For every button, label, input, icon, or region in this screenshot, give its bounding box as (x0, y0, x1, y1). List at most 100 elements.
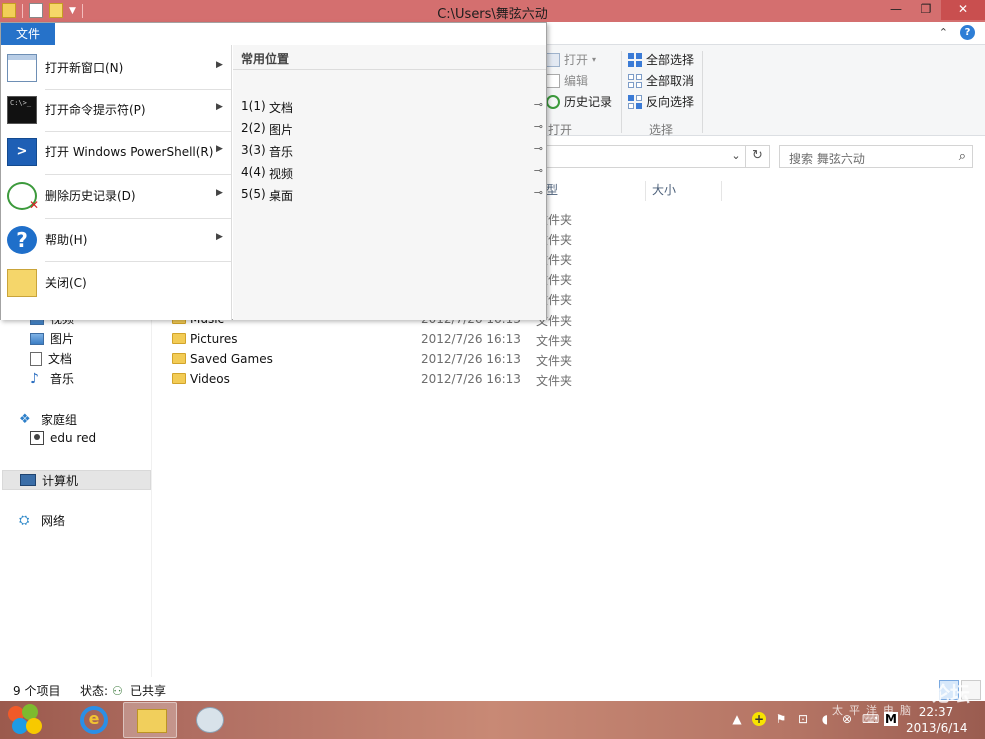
nav-item-documents[interactable]: 文档 (30, 350, 72, 367)
chevron-down-icon: ▾ (592, 55, 597, 64)
new-window-icon (7, 54, 37, 82)
edit-icon (546, 73, 560, 88)
edit-button[interactable]: 编辑 (546, 70, 612, 91)
open-group: 打开 ▾ 编辑 历史记录 (546, 49, 612, 112)
network-icon: ⛭ (19, 512, 30, 528)
select-none-icon (628, 73, 642, 88)
submenu-arrow-icon: ▶ (216, 102, 223, 112)
select-all-icon (628, 52, 642, 67)
taskbar-paint[interactable] (182, 702, 236, 738)
frequent-places-divider (233, 69, 546, 70)
show-hidden-icons-icon[interactable]: ▲ (730, 712, 744, 726)
select-group: 全部选择 全部取消 反向选择 (628, 49, 694, 112)
pin-icon[interactable]: ⊸ (534, 142, 543, 155)
watermark-forum: 论坛 (930, 682, 970, 706)
menu-separator (45, 218, 231, 219)
network-tray-icon[interactable]: ⊡ (796, 712, 810, 726)
nav-item-computer[interactable]: 计算机 (2, 470, 151, 490)
open-new-window-item[interactable]: 打开新窗口(N) ▶ (1, 48, 232, 88)
maximize-button[interactable]: ❐ (911, 0, 941, 20)
search-icon[interactable]: ⌕ (959, 149, 966, 164)
taskbar-ie[interactable]: e (64, 702, 118, 738)
start-button[interactable] (8, 704, 46, 736)
close-window-icon (7, 269, 37, 297)
close-item[interactable]: 关闭(C) (1, 263, 232, 303)
window-title: C:\Users\舞弦六动 (437, 7, 548, 22)
close-button[interactable]: ✕ (941, 0, 985, 20)
submenu-arrow-icon: ▶ (216, 60, 223, 70)
plus-icon[interactable]: + (752, 712, 766, 726)
delete-history-icon (7, 182, 39, 212)
help-icon[interactable]: ? (960, 25, 975, 40)
history-button[interactable]: 历史记录 (546, 91, 612, 112)
frequent-place-item[interactable]: 4(4) 视频 ⊸ (241, 163, 543, 183)
title-bar: ▼ C:\Users\舞弦六动 — ❐ ✕ (0, 0, 985, 22)
pin-icon[interactable]: ⊸ (534, 120, 543, 133)
paint-icon (196, 707, 224, 733)
help-icon: ? (7, 226, 37, 254)
pictures-icon (30, 332, 44, 345)
nav-item-music[interactable]: ♪ 音乐 (30, 370, 74, 387)
invert-selection-icon (628, 94, 642, 109)
nav-item-network[interactable]: ⛭ 网络 (19, 512, 65, 529)
submenu-arrow-icon: ▶ (216, 144, 223, 154)
menu-separator (45, 174, 231, 175)
start-orb-yellow (26, 718, 42, 734)
computer-icon (20, 474, 36, 486)
help-item[interactable]: ? 帮助(H) ▶ (1, 220, 232, 260)
ribbon-separator (621, 51, 622, 133)
menu-separator (45, 261, 231, 262)
submenu-arrow-icon: ▶ (216, 188, 223, 198)
frequent-place-item[interactable]: 3(3) 音乐 ⊸ (241, 141, 543, 161)
history-icon (546, 94, 560, 109)
pin-icon[interactable]: ⊸ (534, 98, 543, 111)
pin-icon[interactable]: ⊸ (534, 186, 543, 199)
open-group-label: 打开 (548, 123, 573, 137)
select-all-button[interactable]: 全部选择 (628, 49, 694, 70)
column-header-size[interactable]: 大小 (652, 181, 722, 201)
folder-icon (172, 373, 186, 384)
search-input[interactable]: 搜索 舞弦六动 ⌕ (779, 145, 973, 168)
command-prompt-icon: C:\>_ (7, 96, 37, 124)
submenu-arrow-icon: ▶ (216, 232, 223, 242)
address-dropdown-icon[interactable]: ⌄ (726, 145, 746, 168)
nav-item-homegroup[interactable]: ❖ 家庭组 (19, 411, 77, 428)
ribbon-collapse-icon[interactable]: ⌃ (939, 26, 948, 39)
frequent-place-item[interactable]: 5(5) 桌面 ⊸ (241, 185, 543, 205)
ribbon-separator-2 (702, 51, 703, 133)
nav-item-pictures[interactable]: 图片 (30, 330, 74, 347)
frequent-place-item[interactable]: 2(2) 图片 ⊸ (241, 119, 543, 139)
file-menu: 文件 打开新窗口(N) ▶ C:\>_ 打开命令提示符(P) ▶ > 打开 Wi… (0, 22, 547, 320)
open-button[interactable]: 打开 ▾ (546, 49, 612, 70)
file-row[interactable]: Saved Games 2012/7/26 16:13 文件夹 (168, 350, 668, 370)
open-powershell-item[interactable]: > 打开 Windows PowerShell(R) ▶ (1, 132, 232, 172)
folder-icon (172, 353, 186, 364)
search-placeholder: 搜索 舞弦六动 (789, 152, 865, 166)
delete-history-item[interactable]: 删除历史记录(D) ▶ (1, 176, 232, 216)
pin-icon[interactable]: ⊸ (534, 164, 543, 177)
music-icon: ♪ (30, 370, 39, 387)
nav-item-user[interactable]: edu red (30, 431, 96, 445)
taskbar-explorer[interactable] (123, 702, 177, 738)
minimize-button[interactable]: — (881, 0, 911, 20)
file-row[interactable]: Pictures 2012/7/26 16:13 文件夹 (168, 330, 668, 350)
frequent-place-item[interactable]: 1(1) 文档 ⊸ (241, 97, 543, 117)
file-explorer-icon (137, 709, 167, 733)
file-menu-tab[interactable]: 文件 (1, 23, 55, 45)
item-count: 9 个项目 (13, 684, 61, 698)
file-menu-commands: 打开新窗口(N) ▶ C:\>_ 打开命令提示符(P) ▶ > 打开 Windo… (1, 45, 232, 320)
internet-explorer-icon: e (80, 706, 108, 734)
invert-selection-button[interactable]: 反向选择 (628, 91, 694, 112)
action-center-icon[interactable]: ⚑ (774, 712, 788, 726)
refresh-icon[interactable]: ↻ (745, 145, 769, 168)
frequent-places-panel: 常用位置 1(1) 文档 ⊸ 2(2) 图片 ⊸ 3(3) 音乐 ⊸ 4(4) … (233, 45, 546, 320)
select-none-button[interactable]: 全部取消 (628, 70, 694, 91)
share-icon: ⚇ (112, 683, 123, 698)
frequent-places-header: 常用位置 (241, 52, 290, 66)
file-row[interactable]: Videos 2012/7/26 16:13 文件夹 (168, 370, 668, 390)
column-header-type[interactable]: 型 (546, 181, 646, 201)
user-icon (30, 431, 44, 445)
select-group-label: 选择 (649, 123, 674, 137)
open-icon (546, 52, 560, 67)
open-command-prompt-item[interactable]: C:\>_ 打开命令提示符(P) ▶ (1, 90, 232, 130)
